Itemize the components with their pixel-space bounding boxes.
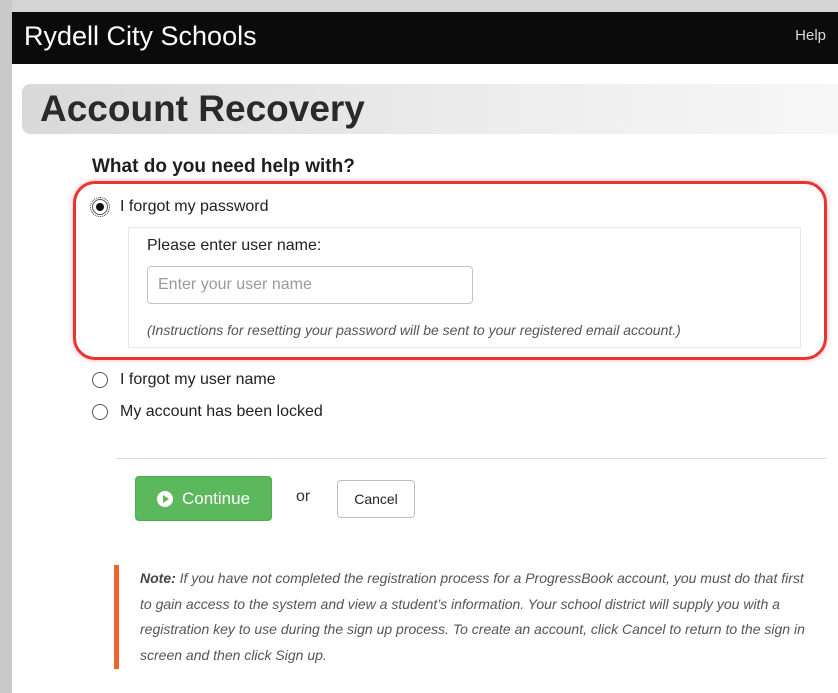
reset-instructions: (Instructions for resetting your passwor… bbox=[147, 322, 681, 338]
option-label: My account has been locked bbox=[120, 403, 323, 420]
password-reset-panel: Please enter user name: (Instructions fo… bbox=[128, 227, 801, 348]
window-frame-left bbox=[0, 0, 12, 693]
cancel-button[interactable]: Cancel bbox=[337, 480, 415, 518]
registration-note: Note: If you have not completed the regi… bbox=[114, 565, 814, 669]
continue-label: Continue bbox=[181, 488, 251, 508]
page-heading-band: Account Recovery bbox=[22, 84, 838, 134]
window-frame-top bbox=[0, 0, 838, 12]
divider bbox=[116, 458, 826, 459]
radio-forgot-password[interactable] bbox=[90, 197, 110, 217]
option-forgot-username[interactable]: I forgot my user name bbox=[92, 371, 276, 389]
app-title: Rydell City Schools bbox=[24, 21, 257, 51]
top-bar: Rydell City Schools Help bbox=[12, 12, 838, 64]
option-forgot-password[interactable]: I forgot my password bbox=[90, 197, 269, 217]
option-label: I forgot my user name bbox=[120, 371, 276, 388]
username-label: Please enter user name: bbox=[147, 237, 322, 254]
option-label: I forgot my password bbox=[120, 198, 269, 215]
note-body: If you have not completed the registrati… bbox=[140, 570, 805, 663]
page-title: Account Recovery bbox=[40, 88, 365, 129]
arrow-circle-right-icon bbox=[156, 490, 173, 507]
option-account-locked[interactable]: My account has been locked bbox=[92, 403, 323, 421]
radio-forgot-username[interactable] bbox=[92, 372, 108, 388]
username-input[interactable] bbox=[147, 266, 473, 304]
note-text: Note: If you have not completed the regi… bbox=[140, 566, 814, 668]
help-link[interactable]: Help bbox=[795, 27, 826, 44]
note-label: Note: bbox=[140, 570, 176, 586]
or-separator: or bbox=[296, 488, 311, 505]
help-question: What do you need help with? bbox=[92, 156, 355, 177]
continue-button[interactable]: Continue bbox=[135, 476, 272, 521]
radio-account-locked[interactable] bbox=[92, 404, 108, 420]
